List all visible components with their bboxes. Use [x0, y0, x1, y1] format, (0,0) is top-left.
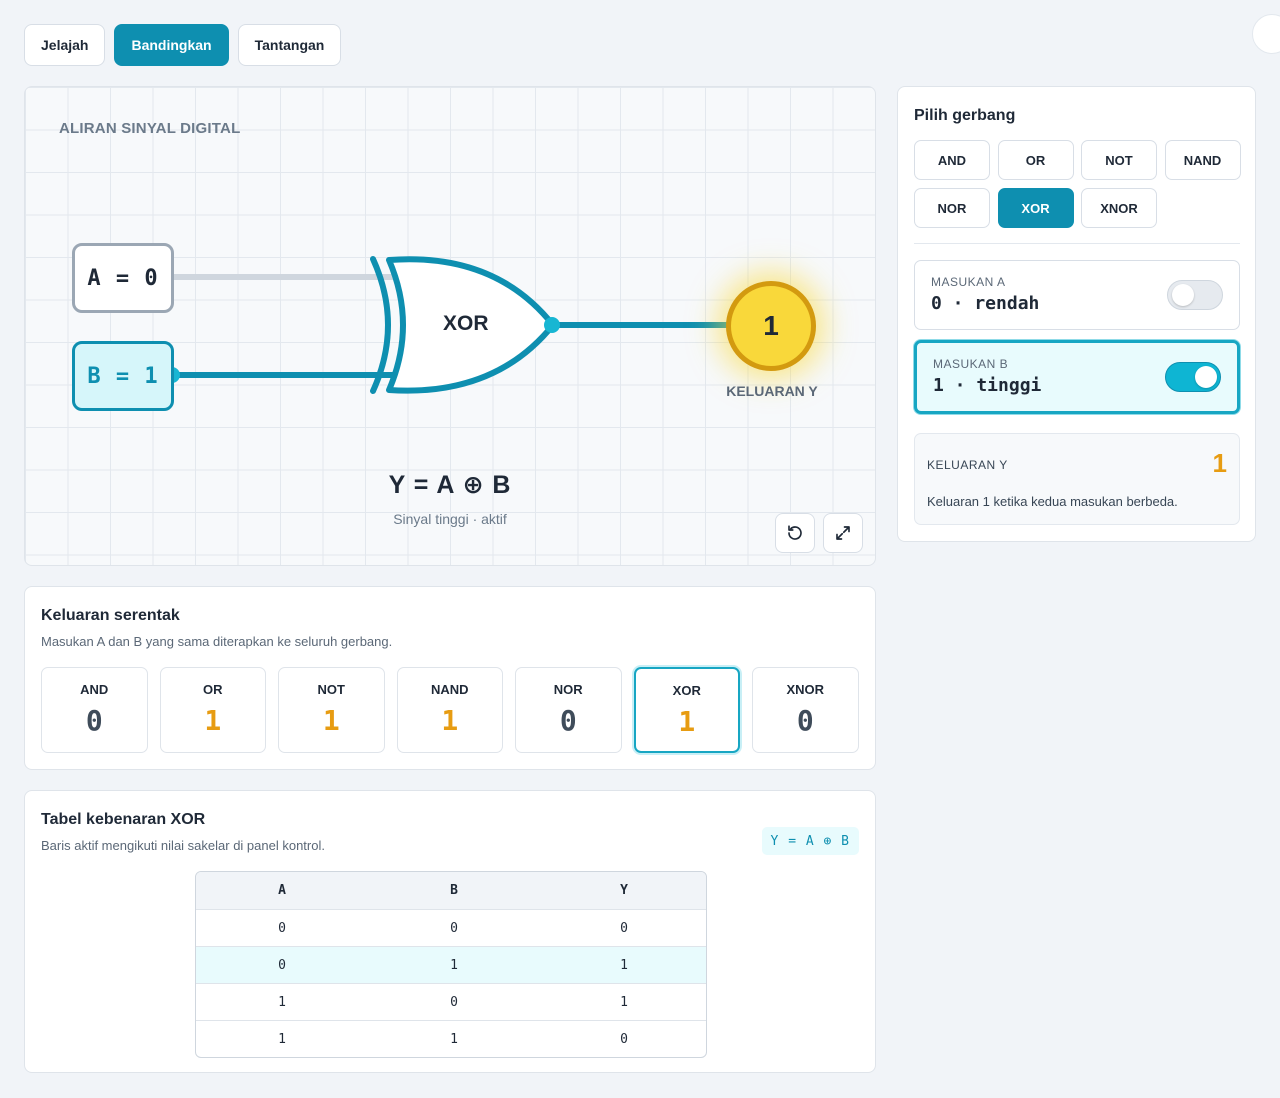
output-tile-not[interactable]: NOT 1: [278, 667, 385, 753]
input-a-value: 0 · rendah: [931, 293, 1040, 314]
table-row: 0 0 0: [196, 909, 706, 946]
gate-label: XOR: [443, 312, 489, 335]
simultaneous-outputs-card: Keluaran serentak Masukan A dan B yang s…: [24, 586, 876, 770]
input-b-value: 1 · tinggi: [933, 375, 1042, 396]
table-cell: 1: [620, 994, 628, 1010]
expand-icon: [836, 526, 850, 540]
output-summary-description: Keluaran 1 ketika kedua masukan berbeda.: [927, 494, 1178, 509]
gate-picker-title: Pilih gerbang: [914, 107, 1016, 124]
output-tile-xor[interactable]: XOR 1: [633, 667, 740, 753]
gate-button-nand[interactable]: NAND: [1164, 140, 1241, 180]
output-tile-xnor[interactable]: XNOR 0: [752, 667, 859, 753]
output-tile-and[interactable]: AND 0: [41, 667, 148, 753]
input-b-node[interactable]: B = 1: [72, 341, 174, 411]
output-summary-label: KELUARAN Y: [927, 458, 1008, 472]
input-b-label: MASUKAN B: [933, 357, 1009, 371]
gate-button-and[interactable]: AND: [914, 140, 990, 180]
gate-formula: Y = A ⊕ B: [388, 471, 512, 499]
divider: [914, 243, 1240, 244]
output-tile-or[interactable]: OR 1: [159, 667, 266, 753]
table-cell: 0: [620, 1031, 628, 1047]
fullscreen-button[interactable]: [823, 513, 863, 553]
tile-value: 0: [559, 704, 577, 737]
table-cell: 0: [278, 957, 286, 973]
output-summary-value: 1: [1212, 448, 1227, 478]
table-cell: 1: [278, 994, 286, 1010]
reset-icon: [788, 525, 802, 540]
output-bulb: 1: [726, 281, 816, 371]
tile-value: 1: [204, 704, 222, 737]
tile-value: 0: [85, 704, 103, 737]
truth-table: A B Y 0 0 0 0 1 1 1 0 1 1 1 0: [195, 871, 707, 1058]
tile-name: NOT: [317, 682, 345, 697]
table-row: 1 1 0: [196, 1020, 706, 1057]
table-cell: 1: [450, 1031, 458, 1047]
truth-table-subtitle: Baris aktif mengikuti nilai sakelar di p…: [41, 838, 325, 853]
gate-button-or[interactable]: OR: [997, 140, 1074, 180]
tile-name: AND: [80, 682, 109, 697]
gate-button-xor[interactable]: XOR: [997, 188, 1074, 228]
reset-button[interactable]: [775, 513, 815, 553]
table-cell: 0: [620, 920, 628, 936]
gate-button-xnor[interactable]: XNOR: [1081, 188, 1157, 228]
corner-widget[interactable]: [1252, 14, 1280, 54]
table-cell: 0: [450, 994, 458, 1010]
tile-name: XOR: [672, 683, 701, 698]
input-a-switch-card[interactable]: MASUKAN A 0 · rendah: [914, 260, 1240, 330]
column-header-b: B: [450, 883, 458, 898]
circuit-canvas: ALIRAN SINYAL DIGITAL A = 0 B = 1 XOR 1 …: [24, 86, 876, 566]
gate-output-dot: [544, 317, 560, 333]
formula-chip: Y = A ⊕ B: [761, 827, 859, 855]
tile-value: 1: [322, 704, 340, 737]
truth-table-title: Tabel kebenaran XOR: [41, 811, 206, 828]
tile-name: XNOR: [786, 682, 825, 697]
simultaneous-title: Keluaran serentak: [41, 607, 180, 624]
truth-table-card: Tabel kebenaran XOR Baris aktif mengikut…: [24, 790, 876, 1073]
input-b-toggle[interactable]: [1165, 362, 1221, 392]
tile-name: OR: [203, 682, 223, 697]
table-row: 1 0 1: [196, 983, 706, 1020]
input-b-switch-card[interactable]: MASUKAN B 1 · tinggi: [914, 340, 1240, 414]
tile-value: 1: [678, 705, 696, 738]
table-cell: 0: [450, 920, 458, 936]
input-a-node[interactable]: A = 0: [72, 243, 174, 313]
column-header-a: A: [278, 883, 286, 898]
output-label: KELUARAN Y: [726, 383, 818, 399]
mode-tabs: Jelajah Bandingkan Tantangan: [24, 24, 342, 66]
tile-value: 0: [796, 704, 814, 737]
output-summary: KELUARAN Y 1 Keluaran 1 ketika kedua mas…: [914, 433, 1240, 525]
table-row-active: 0 1 1: [196, 946, 706, 983]
tab-tantangan[interactable]: Tantangan: [237, 24, 342, 66]
tile-value: 1: [441, 704, 459, 737]
gate-button-nor[interactable]: NOR: [914, 188, 990, 228]
simultaneous-grid: AND 0 OR 1 NOT 1 NAND 1 NOR 0 XOR 1 XNOR…: [41, 667, 859, 753]
tile-name: NAND: [430, 682, 469, 697]
gate-button-not[interactable]: NOT: [1081, 140, 1157, 180]
table-cell: 1: [450, 957, 458, 973]
column-header-y: Y: [620, 883, 628, 898]
tab-jelajah[interactable]: Jelajah: [24, 24, 106, 66]
input-a-label: MASUKAN A: [931, 275, 1006, 289]
tab-bandingkan[interactable]: Bandingkan: [114, 24, 229, 66]
table-header-row: A B Y: [196, 872, 706, 909]
output-tile-nor[interactable]: NOR 0: [515, 667, 622, 753]
control-panel: Pilih gerbang AND OR NOT NAND NOR XOR XN…: [897, 86, 1256, 542]
tile-name: NOR: [553, 682, 583, 697]
input-a-toggle[interactable]: [1167, 280, 1223, 310]
gate-picker: AND OR NOT NAND NOR XOR XNOR: [914, 140, 1241, 228]
table-cell: 0: [278, 920, 286, 936]
output-tile-nand[interactable]: NAND 1: [396, 667, 503, 753]
table-cell: 1: [620, 957, 628, 973]
table-cell: 1: [278, 1031, 286, 1047]
simultaneous-subtitle: Masukan A dan B yang sama diterapkan ke …: [41, 634, 393, 649]
signal-status: Sinyal tinggi · aktif: [393, 511, 507, 527]
